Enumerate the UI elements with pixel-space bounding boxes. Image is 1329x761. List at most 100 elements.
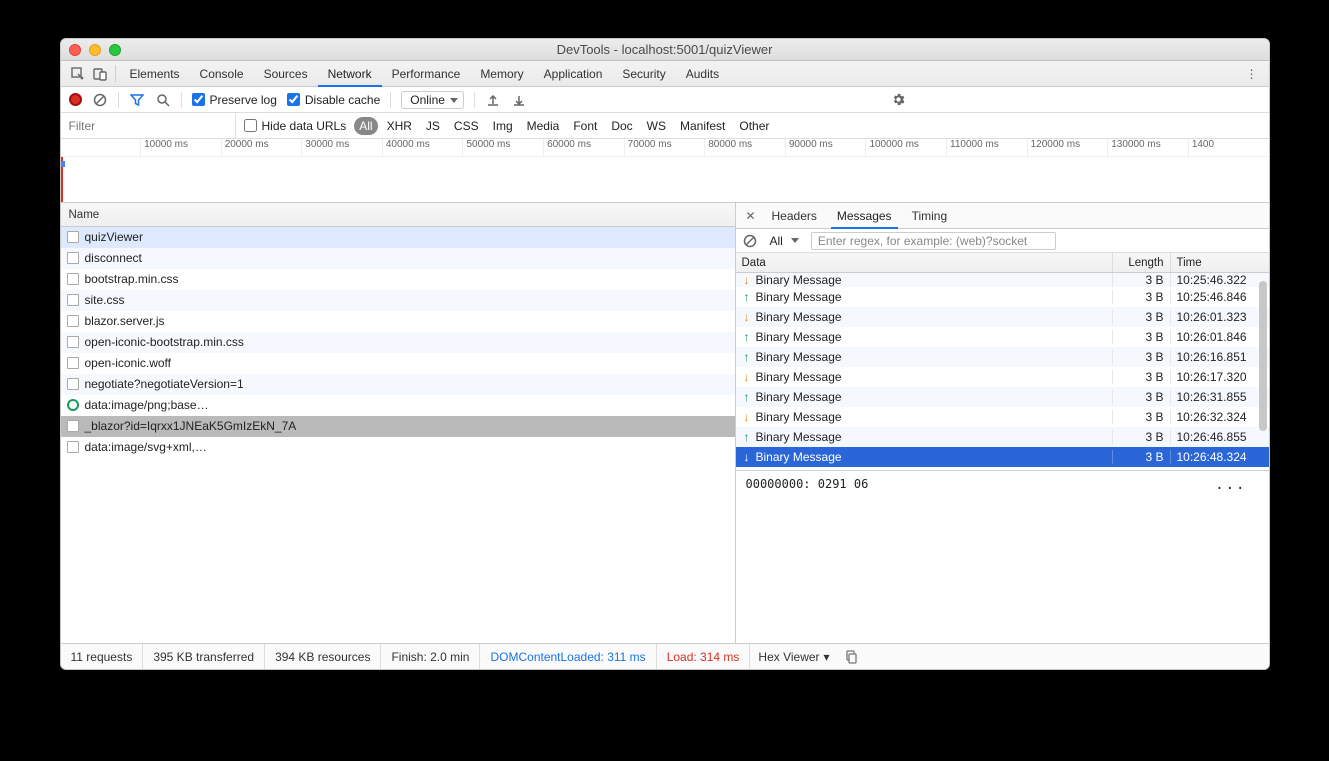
copy-icon[interactable]	[838, 650, 864, 664]
tab-performance[interactable]: Performance	[382, 61, 471, 86]
type-media[interactable]: Media	[522, 117, 565, 135]
message-row[interactable]: ↓Binary Message3 B10:25:46.322	[736, 273, 1269, 287]
tab-sources[interactable]: Sources	[254, 61, 318, 86]
timeline-tick: 60000 ms	[543, 139, 624, 156]
type-font[interactable]: Font	[568, 117, 602, 135]
message-row[interactable]: ↓Binary Message3 B10:26:32.324	[736, 407, 1269, 427]
message-row[interactable]: ↑Binary Message3 B10:26:31.855	[736, 387, 1269, 407]
upload-har-icon[interactable]	[485, 92, 501, 108]
status-bar: 11 requests 395 KB transferred 394 KB re…	[61, 643, 1269, 669]
throttling-select[interactable]: Online	[401, 91, 464, 109]
request-row[interactable]: open-iconic-bootstrap.min.css	[61, 332, 735, 353]
request-row[interactable]: data:image/svg+xml,…	[61, 437, 735, 458]
titlebar: DevTools - localhost:5001/quizViewer	[61, 39, 1269, 61]
message-length: 3 B	[1113, 310, 1171, 324]
request-row[interactable]: negotiate?negotiateVersion=1	[61, 374, 735, 395]
tab-messages[interactable]: Messages	[827, 203, 902, 228]
type-xhr[interactable]: XHR	[382, 117, 417, 135]
inspect-icon[interactable]	[67, 61, 89, 86]
type-other[interactable]: Other	[734, 117, 774, 135]
request-row[interactable]: quizViewer	[61, 227, 735, 248]
tab-network[interactable]: Network	[318, 61, 382, 86]
overview-timeline[interactable]: 10000 ms20000 ms30000 ms40000 ms50000 ms…	[61, 139, 1269, 203]
hide-data-urls-label: Hide data URLs	[262, 119, 347, 133]
arrow-up-icon: ↑	[742, 330, 752, 344]
request-row[interactable]: data:image/png;base…	[61, 395, 735, 416]
type-js[interactable]: JS	[421, 117, 445, 135]
request-list-panel: Name quizViewer disconnect bootstrap.min.c…	[61, 203, 736, 643]
message-regex-input[interactable]	[811, 232, 1056, 250]
message-row[interactable]: ↓Binary Message3 B10:26:17.320	[736, 367, 1269, 387]
timeline-tick: 50000 ms	[462, 139, 543, 156]
tab-audits[interactable]: Audits	[676, 61, 729, 86]
request-row[interactable]: site.css	[61, 290, 735, 311]
hex-ellipsis-icon: ...	[1215, 477, 1246, 493]
col-length[interactable]: Length	[1113, 253, 1171, 272]
request-row[interactable]: open-iconic.woff	[61, 353, 735, 374]
type-ws[interactable]: WS	[642, 117, 671, 135]
hide-data-urls-checkbox[interactable]: Hide data URLs	[236, 119, 355, 133]
tab-headers[interactable]: Headers	[762, 203, 827, 228]
message-length: 3 B	[1113, 330, 1171, 344]
type-img[interactable]: Img	[488, 117, 518, 135]
message-time: 10:26:17.320	[1171, 370, 1269, 384]
tab-application[interactable]: Application	[534, 61, 613, 86]
message-time: 10:26:16.851	[1171, 350, 1269, 364]
close-details-icon[interactable]: ✕	[740, 203, 762, 228]
request-row[interactable]: disconnect	[61, 248, 735, 269]
close-icon[interactable]	[69, 44, 81, 56]
message-row[interactable]: ↓Binary Message3 B10:26:01.323	[736, 307, 1269, 327]
tab-timing[interactable]: Timing	[902, 203, 958, 228]
settings-gear-icon[interactable]	[891, 92, 907, 108]
clear-icon[interactable]	[92, 92, 108, 108]
message-time: 10:26:32.324	[1171, 410, 1269, 424]
search-icon[interactable]	[155, 92, 171, 108]
request-name: disconnect	[85, 251, 142, 265]
filter-input[interactable]	[61, 114, 236, 138]
minimize-icon[interactable]	[89, 44, 101, 56]
col-data[interactable]: Data	[736, 253, 1113, 272]
name-column-header[interactable]: Name	[61, 203, 735, 227]
request-name: _blazor?id=Iqrxx1JNEaK5GmIzEkN_7A	[85, 419, 297, 433]
request-name: quizViewer	[85, 230, 143, 244]
file-icon	[67, 231, 79, 243]
type-doc[interactable]: Doc	[606, 117, 637, 135]
request-rows: quizViewer disconnect bootstrap.min.csssit…	[61, 227, 735, 643]
filter-icon[interactable]	[129, 92, 145, 108]
file-icon	[67, 420, 79, 432]
arrow-down-icon: ↓	[742, 410, 752, 424]
details-tabs: ✕ Headers Messages Timing	[736, 203, 1269, 229]
zoom-icon[interactable]	[109, 44, 121, 56]
type-all[interactable]: All	[354, 117, 377, 135]
clear-messages-icon[interactable]	[742, 233, 758, 249]
message-row[interactable]: ↓Binary Message3 B10:26:48.324	[736, 447, 1269, 467]
device-toggle-icon[interactable]	[89, 61, 111, 86]
tab-elements[interactable]: Elements	[120, 61, 190, 86]
kebab-menu-icon[interactable]: ⋮	[1241, 61, 1263, 86]
type-css[interactable]: CSS	[449, 117, 484, 135]
request-row[interactable]: blazor.server.js	[61, 311, 735, 332]
col-time[interactable]: Time	[1171, 253, 1269, 272]
status-finish: Finish: 2.0 min	[381, 644, 480, 669]
request-row[interactable]: bootstrap.min.css	[61, 269, 735, 290]
timeline-tick: 120000 ms	[1027, 139, 1108, 156]
message-row[interactable]: ↑Binary Message3 B10:26:16.851	[736, 347, 1269, 367]
tab-console[interactable]: Console	[190, 61, 254, 86]
download-har-icon[interactable]	[511, 92, 527, 108]
message-row[interactable]: ↑Binary Message3 B10:26:46.855	[736, 427, 1269, 447]
tab-memory[interactable]: Memory	[470, 61, 533, 86]
request-row[interactable]: _blazor?id=Iqrxx1JNEaK5GmIzEkN_7A	[61, 416, 735, 437]
preserve-log-checkbox[interactable]: Preserve log	[192, 93, 277, 107]
message-text: Binary Message	[756, 410, 842, 424]
timeline-tick: 90000 ms	[785, 139, 866, 156]
message-row[interactable]: ↑Binary Message3 B10:26:01.846	[736, 327, 1269, 347]
message-filter-select[interactable]: All	[764, 232, 805, 250]
message-row[interactable]: ↑Binary Message3 B10:25:46.846	[736, 287, 1269, 307]
type-manifest[interactable]: Manifest	[675, 117, 730, 135]
hex-viewer-select[interactable]: Hex Viewer▾	[750, 650, 837, 664]
messages-scrollbar[interactable]	[1257, 273, 1269, 470]
request-name: data:image/png;base…	[85, 398, 209, 412]
tab-security[interactable]: Security	[612, 61, 675, 86]
record-button[interactable]	[69, 93, 82, 106]
disable-cache-checkbox[interactable]: Disable cache	[287, 93, 380, 107]
